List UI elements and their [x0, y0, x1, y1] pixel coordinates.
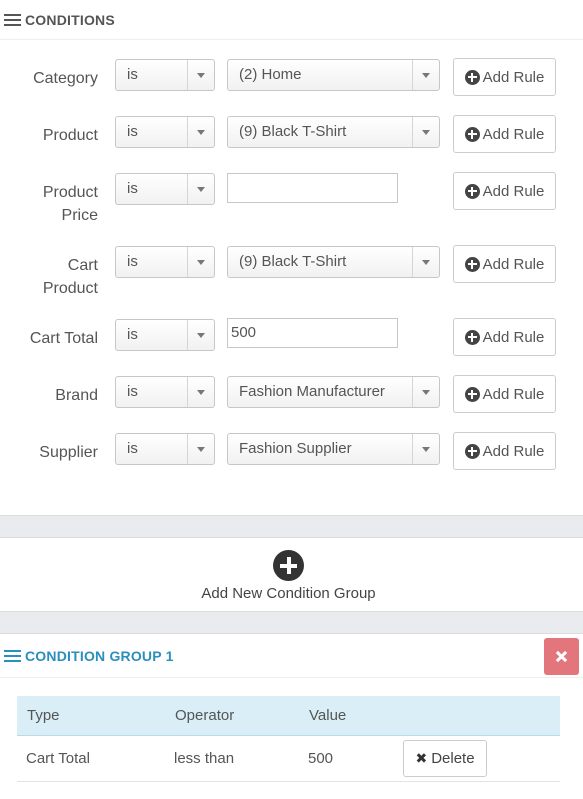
operator-select[interactable]: is [115, 319, 215, 351]
plus-circle-icon [464, 69, 480, 85]
rule-row-cart-product: Cart Product is (9) Black T-Shirt Add Ru… [0, 244, 583, 304]
plus-circle-icon [464, 386, 480, 402]
rule-row-brand: Brand is Fashion Manufacturer Add Rule [0, 374, 583, 414]
close-icon: ✖ [415, 750, 428, 766]
rule-label: Cart Product [42, 257, 98, 297]
list-icon [4, 13, 21, 26]
cell-type: Cart Total [26, 750, 90, 767]
operator-select[interactable]: is [115, 433, 215, 465]
cart-total-input[interactable]: 500 [227, 318, 398, 348]
table-header: Type Operator Value [17, 696, 560, 736]
condition-group-panel: CONDITION GROUP 1 Type Operator Value Ca… [0, 633, 583, 799]
chevron-down-icon [187, 377, 214, 407]
add-rule-button[interactable]: Add Rule [453, 432, 556, 470]
rule-label: Cart Total [29, 330, 98, 347]
add-rule-button[interactable]: Add Rule [453, 115, 556, 153]
rule-row-supplier: Supplier is Fashion Supplier Add Rule [0, 431, 583, 471]
rule-label: Brand [55, 387, 98, 404]
condition-group-title: CONDITION GROUP 1 [25, 647, 174, 664]
add-rule-button[interactable]: Add Rule [453, 318, 556, 356]
chevron-down-icon [187, 247, 214, 277]
operator-select[interactable]: is [115, 376, 215, 408]
value-select[interactable]: Fashion Manufacturer [227, 376, 440, 408]
chevron-down-icon [412, 434, 439, 464]
add-rule-button[interactable]: Add Rule [453, 245, 556, 283]
operator-select[interactable]: is [115, 173, 215, 205]
conditions-title: CONDITIONS [25, 11, 115, 28]
cell-value: 500 [308, 750, 334, 767]
chevron-down-icon [187, 174, 214, 204]
value-select[interactable]: (2) Home [227, 59, 440, 91]
rule-row-product-price: Product Price is Add Rule [0, 171, 583, 231]
chevron-down-icon [412, 247, 439, 277]
add-group-link[interactable]: Add New Condition Group [0, 585, 577, 602]
add-group-panel[interactable]: Add New Condition Group [0, 537, 583, 612]
plus-circle-icon [464, 329, 480, 345]
price-input[interactable] [227, 173, 398, 203]
operator-select[interactable]: is [115, 59, 215, 91]
chevron-down-icon [187, 117, 214, 147]
delete-button[interactable]: ✖ Delete [403, 740, 487, 777]
table-row: Cart Total less than 500 ✖ Delete [17, 736, 560, 782]
value-select[interactable]: (9) Black T-Shirt [227, 246, 440, 278]
chevron-down-icon [412, 60, 439, 90]
rule-row-product: Product is (9) Black T-Shirt Add Rule [0, 114, 583, 154]
value-select[interactable]: Fashion Supplier [227, 433, 440, 465]
close-icon[interactable] [544, 638, 579, 675]
value-select[interactable]: (9) Black T-Shirt [227, 116, 440, 148]
rule-label: Product [42, 127, 98, 144]
chevron-down-icon [187, 320, 214, 350]
cell-operator: less than [174, 750, 235, 767]
chevron-down-icon [187, 434, 214, 464]
add-rule-button[interactable]: Add Rule [453, 58, 556, 96]
column-header-value: Value [309, 707, 347, 724]
plus-circle-icon [464, 126, 480, 142]
operator-select[interactable]: is [115, 246, 215, 278]
column-header-operator: Operator [175, 707, 235, 724]
condition-group-header: CONDITION GROUP 1 [0, 634, 583, 678]
add-rule-button[interactable]: Add Rule [453, 375, 556, 413]
conditions-header: CONDITIONS [0, 0, 583, 40]
plus-circle-icon[interactable] [273, 550, 304, 581]
plus-circle-icon [464, 256, 480, 272]
conditions-panel: CONDITIONS Category is (2) Home Add Rule… [0, 0, 583, 516]
rule-label: Category [33, 70, 98, 87]
chevron-down-icon [412, 117, 439, 147]
rule-label: Supplier [39, 444, 98, 461]
conditions-table: Type Operator Value Cart Total less than… [17, 696, 560, 782]
operator-select[interactable]: is [115, 116, 215, 148]
add-rule-button[interactable]: Add Rule [453, 172, 556, 210]
plus-circle-icon [464, 443, 480, 459]
chevron-down-icon [412, 377, 439, 407]
rule-row-category: Category is (2) Home Add Rule [0, 57, 583, 97]
column-header-type: Type [27, 707, 60, 724]
chevron-down-icon [187, 60, 214, 90]
rule-row-cart-total: Cart Total is 500 Add Rule [0, 317, 583, 357]
plus-circle-icon [464, 183, 480, 199]
rule-label: Product Price [42, 184, 98, 224]
list-icon [4, 649, 21, 662]
